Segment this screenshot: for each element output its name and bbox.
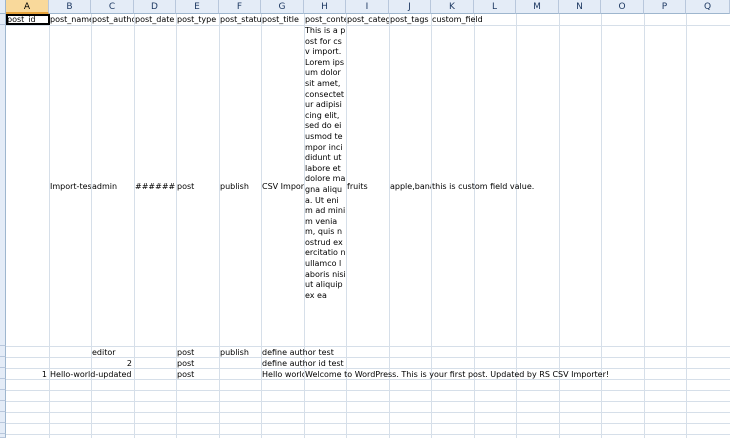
cell-g4[interactable]: define author id test bbox=[262, 358, 344, 369]
row-header[interactable] bbox=[0, 401, 6, 412]
row-header[interactable] bbox=[0, 423, 6, 434]
gridline bbox=[6, 412, 730, 413]
cell-g3[interactable]: define author test bbox=[262, 347, 334, 358]
cell-i1[interactable]: post_categ bbox=[347, 14, 389, 25]
row-header[interactable] bbox=[0, 434, 6, 438]
cell-g2[interactable]: CSV Impor bbox=[262, 181, 304, 192]
cell-f1[interactable]: post_status bbox=[220, 14, 261, 25]
cell-b1[interactable]: post_name bbox=[50, 14, 91, 25]
cell-f2[interactable]: publish bbox=[220, 181, 261, 192]
gridline bbox=[686, 14, 687, 438]
cell-c1[interactable]: post_autho bbox=[92, 14, 134, 25]
cell-k2[interactable]: this is custom field value. bbox=[432, 181, 534, 192]
column-header-d[interactable]: D bbox=[134, 0, 176, 14]
cell-j1[interactable]: post_tags bbox=[390, 14, 431, 25]
column-header-g[interactable]: G bbox=[261, 0, 304, 14]
cell-c4[interactable]: 2 bbox=[92, 358, 132, 369]
cell-g1[interactable]: post_title bbox=[262, 14, 304, 25]
row-header[interactable] bbox=[0, 390, 6, 401]
column-header-a[interactable]: A bbox=[6, 0, 49, 14]
column-header-o[interactable]: O bbox=[601, 0, 644, 14]
row-header[interactable] bbox=[0, 412, 6, 423]
cell-g5[interactable]: Hello world bbox=[262, 369, 304, 380]
gridline bbox=[219, 14, 220, 438]
cell-h5[interactable]: Welcome to WordPress. This is your first… bbox=[305, 369, 609, 380]
column-header-l[interactable]: L bbox=[474, 0, 516, 14]
cell-j2[interactable]: apple,banar bbox=[390, 181, 431, 192]
cell-c2[interactable]: admin bbox=[92, 181, 134, 192]
gridline bbox=[134, 14, 135, 438]
column-header-q[interactable]: Q bbox=[686, 0, 730, 14]
cell-h1[interactable]: post_conte bbox=[305, 14, 346, 25]
cell-h2[interactable]: This is a post for csv import. Lorem ips… bbox=[305, 26, 346, 346]
column-header-c[interactable]: C bbox=[91, 0, 134, 14]
row-header[interactable] bbox=[0, 346, 6, 357]
row-header[interactable] bbox=[0, 357, 6, 368]
cell-a1[interactable]: post_id bbox=[6, 14, 50, 25]
cell-e5[interactable]: post bbox=[177, 369, 219, 380]
column-header-p[interactable]: P bbox=[644, 0, 686, 14]
gridline bbox=[6, 401, 730, 402]
column-header-k[interactable]: K bbox=[431, 0, 474, 14]
column-header-h[interactable]: H bbox=[304, 0, 346, 14]
gridline bbox=[6, 423, 730, 424]
column-header-b[interactable]: B bbox=[49, 0, 91, 14]
column-header-e[interactable]: E bbox=[176, 0, 219, 14]
cell-a5[interactable]: 1 bbox=[6, 369, 47, 380]
column-header-m[interactable]: M bbox=[516, 0, 559, 14]
cell-k1[interactable]: custom_field bbox=[432, 14, 483, 25]
cell-e4[interactable]: post bbox=[177, 358, 219, 369]
gridline bbox=[6, 25, 730, 26]
cell-e1[interactable]: post_type bbox=[177, 14, 219, 25]
cell-f3[interactable]: publish bbox=[220, 347, 261, 358]
cell-b5[interactable]: Hello-world-updated bbox=[50, 369, 132, 380]
column-header-i[interactable]: I bbox=[346, 0, 389, 14]
cell-i2[interactable]: fruits bbox=[347, 181, 389, 192]
column-header-f[interactable]: F bbox=[219, 0, 261, 14]
gridline bbox=[6, 390, 730, 391]
column-header-n[interactable]: N bbox=[559, 0, 601, 14]
gridline bbox=[6, 434, 730, 435]
cell-e3[interactable]: post bbox=[177, 347, 219, 358]
column-header-j[interactable]: J bbox=[389, 0, 431, 14]
cell-d2[interactable]: ######## bbox=[135, 181, 175, 192]
gridline bbox=[6, 379, 730, 380]
cell-b2[interactable]: Import-tes bbox=[50, 181, 91, 192]
cell-e2[interactable]: post bbox=[177, 181, 219, 192]
cell-d1[interactable]: post_date bbox=[135, 14, 176, 25]
cell-c3[interactable]: editor bbox=[92, 347, 134, 358]
gridline bbox=[644, 14, 645, 438]
row-header[interactable] bbox=[0, 379, 6, 390]
spreadsheet: A B C D E F G H I J K L M N O P Q post_i… bbox=[0, 0, 730, 438]
row-header[interactable] bbox=[0, 25, 6, 346]
